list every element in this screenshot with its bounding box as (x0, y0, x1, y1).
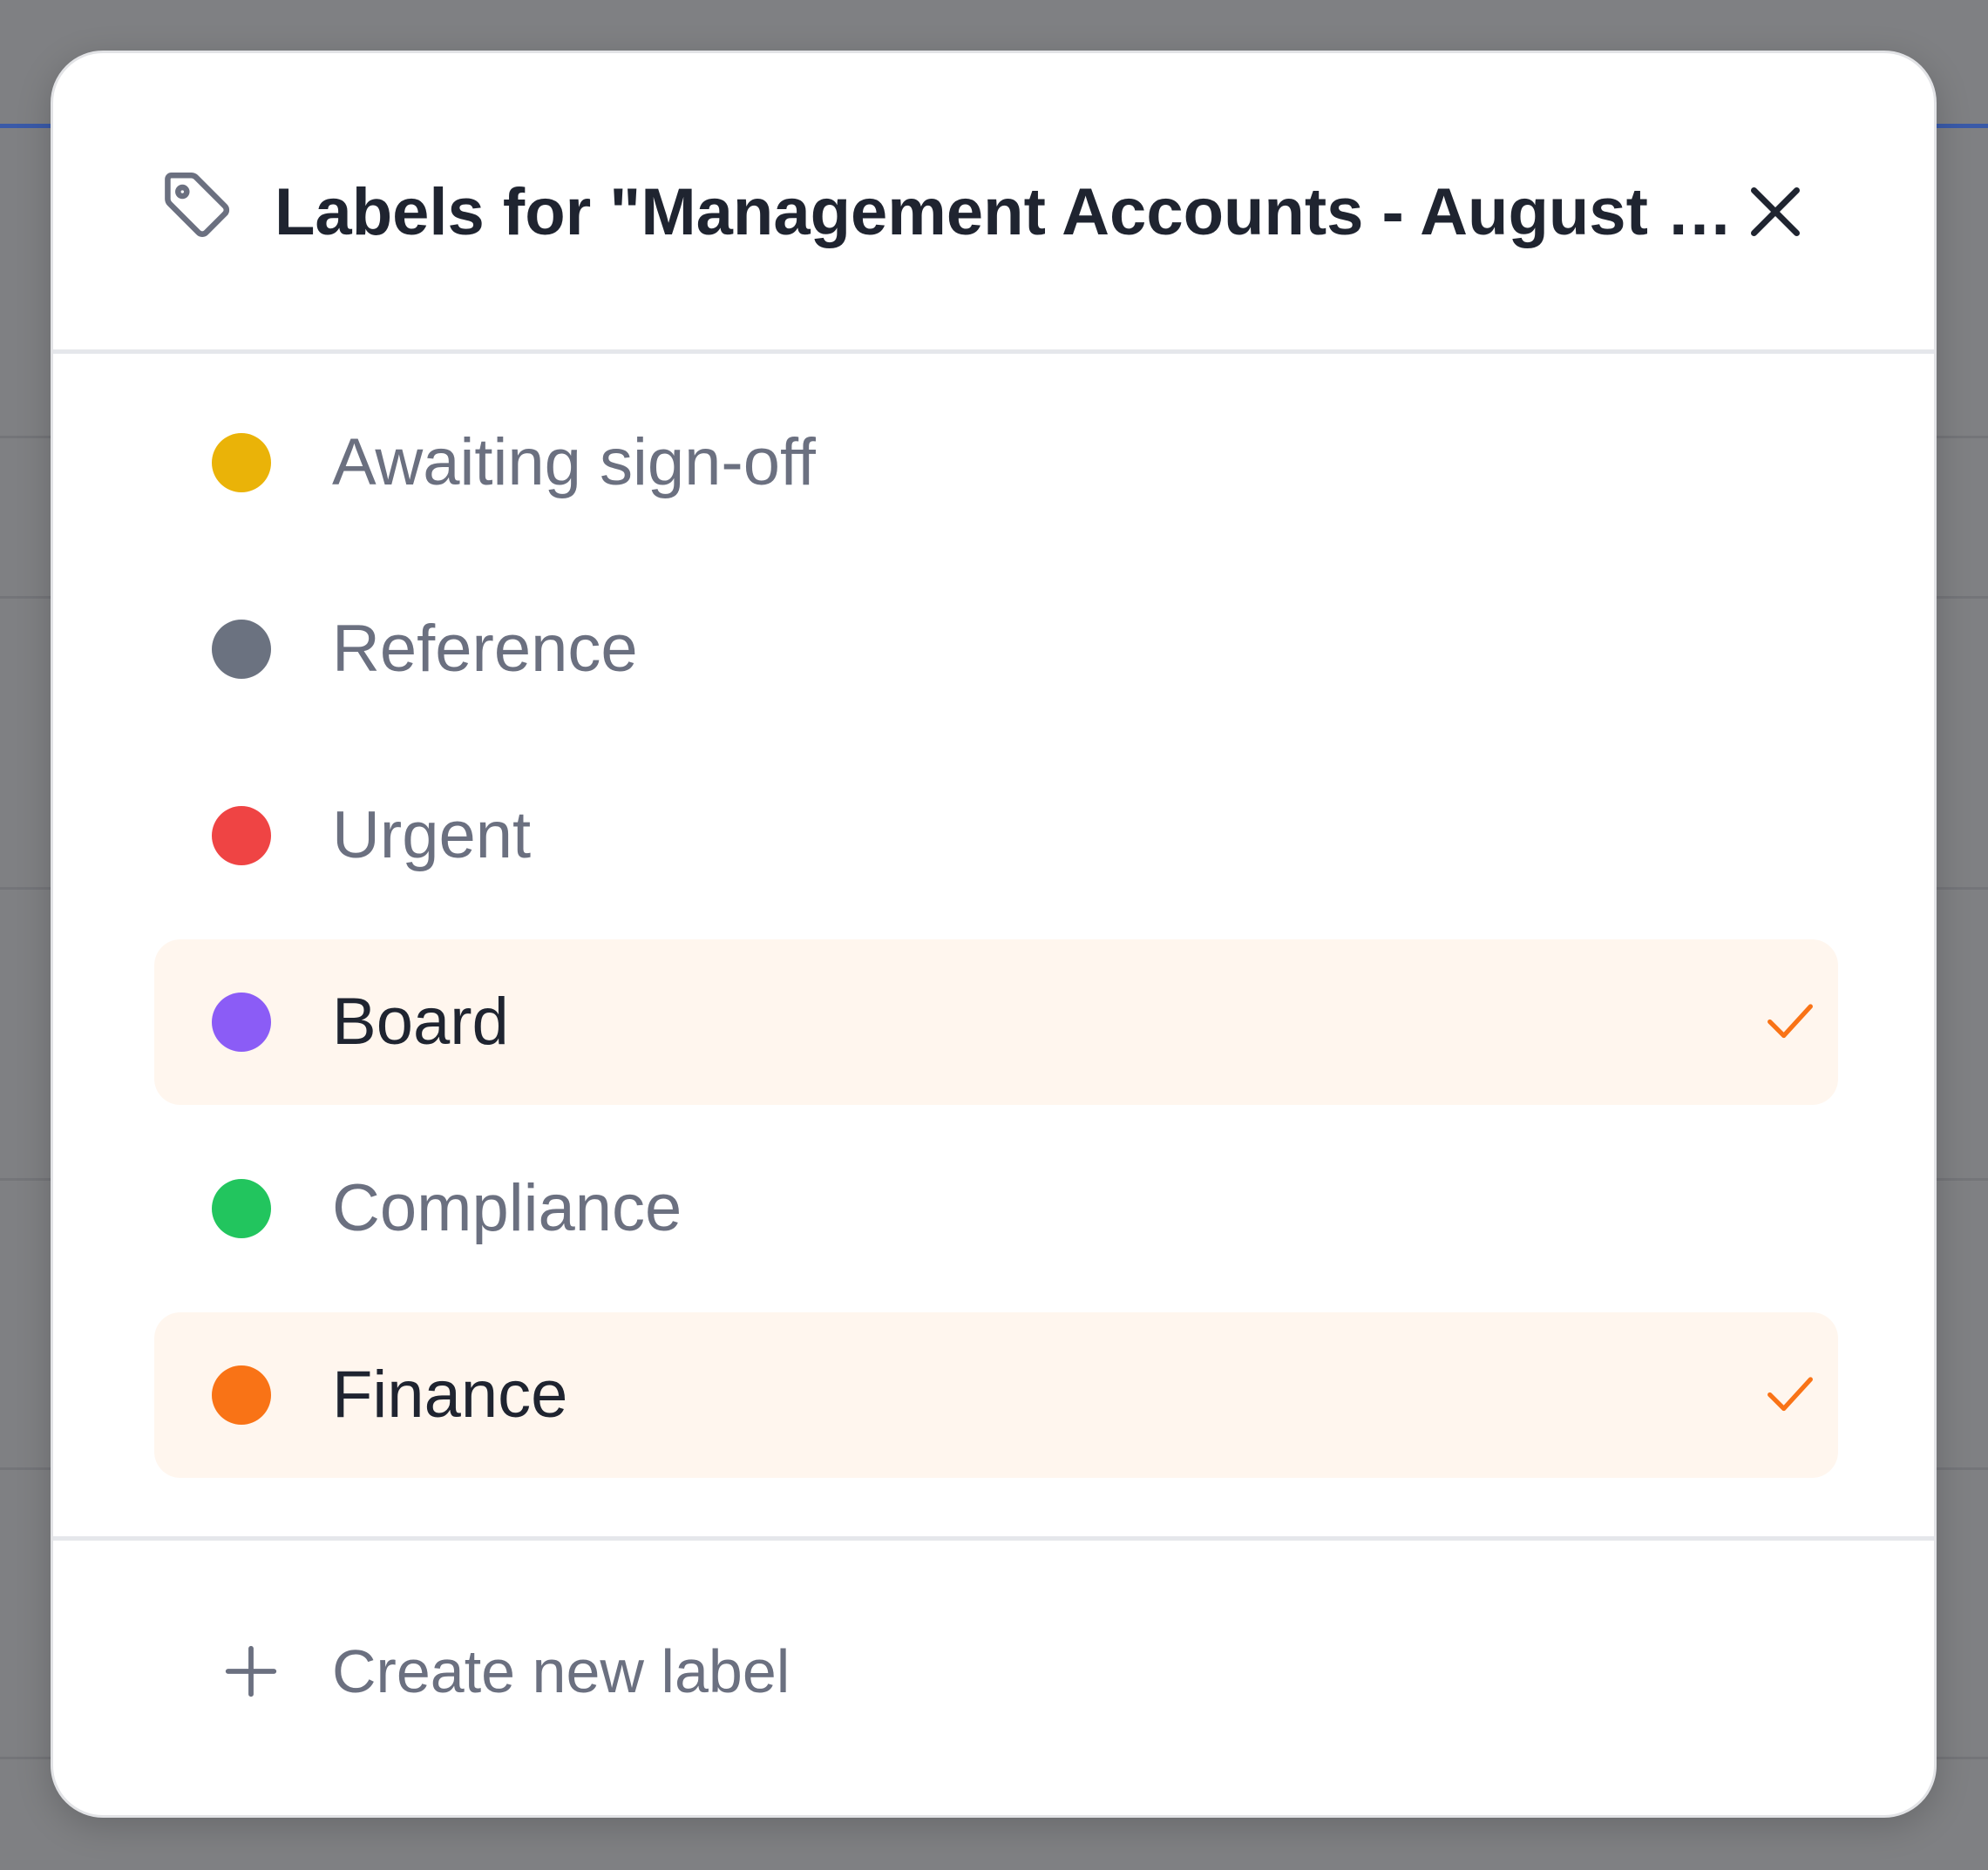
label-option-urgent[interactable]: Urgent (154, 753, 1838, 918)
create-new-label-button[interactable]: Create new label (154, 1610, 1838, 1732)
label-name: Board (332, 985, 509, 1059)
label-color-dot (212, 993, 271, 1052)
create-new-label-text: Create new label (332, 1637, 790, 1705)
dialog-header: Labels for "Management Accounts - August… (53, 53, 1934, 354)
dialog-footer: Create new label (53, 1536, 1934, 1815)
tag-icon (156, 165, 236, 245)
close-icon (1751, 187, 1800, 236)
label-option-awaiting-sign-off[interactable]: Awaiting sign-off (154, 380, 1838, 545)
label-option-reference[interactable]: Reference (154, 566, 1838, 732)
label-option-finance[interactable]: Finance (154, 1312, 1838, 1478)
label-name: Awaiting sign-off (332, 425, 816, 499)
label-name: Compliance (332, 1171, 682, 1245)
label-color-dot (212, 620, 271, 679)
label-option-board[interactable]: Board (154, 939, 1838, 1105)
dialog-title: Labels for "Management Accounts - August… (275, 175, 1747, 249)
label-name: Reference (332, 612, 638, 686)
check-icon (1760, 990, 1821, 1051)
label-name: Urgent (332, 798, 532, 872)
label-list: Awaiting sign-off Reference Urgent Board Com… (53, 354, 1934, 1591)
label-name: Finance (332, 1358, 568, 1432)
label-color-dot (212, 433, 271, 492)
labels-dialog: Labels for "Management Accounts - August… (51, 51, 1937, 1818)
label-color-dot (212, 1179, 271, 1238)
plus-icon (221, 1641, 282, 1702)
check-icon (1760, 1363, 1821, 1424)
close-button[interactable] (1739, 175, 1812, 248)
label-color-dot (212, 806, 271, 865)
label-option-compliance[interactable]: Compliance (154, 1126, 1838, 1291)
label-color-dot (212, 1365, 271, 1425)
